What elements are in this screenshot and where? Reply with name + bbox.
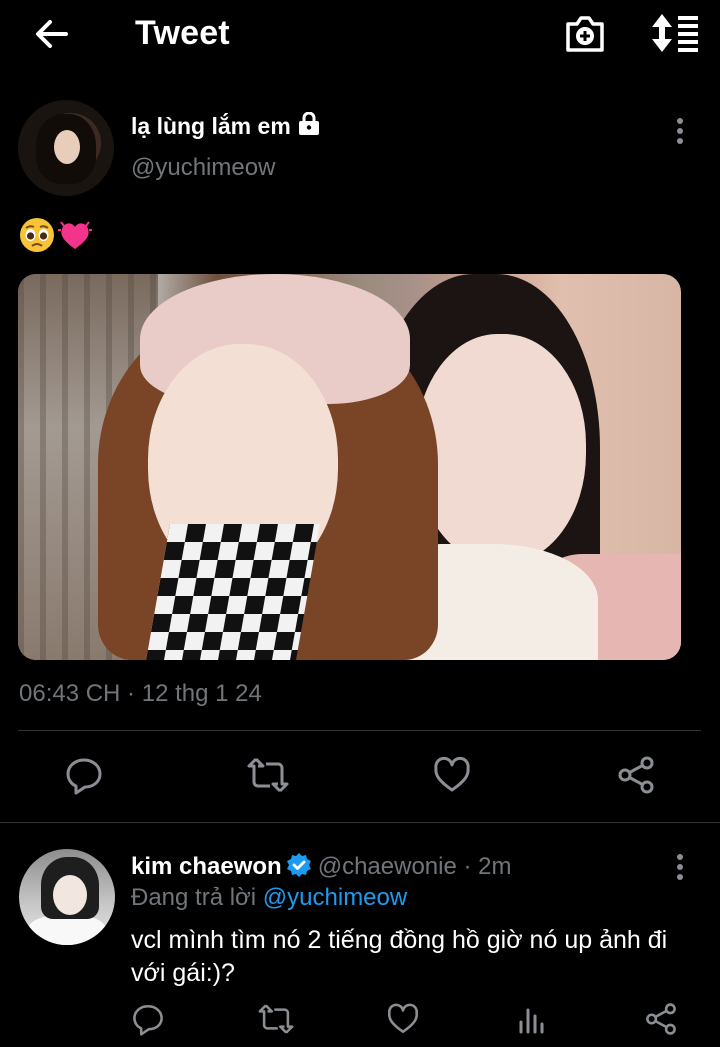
verified-badge-icon (286, 852, 312, 878)
reply-author-name[interactable]: kim chaewon (131, 853, 282, 880)
separator: · (456, 853, 479, 880)
avatar[interactable] (19, 849, 115, 945)
divider (18, 730, 701, 731)
share-icon[interactable] (616, 755, 656, 795)
reply-icon[interactable] (131, 1002, 165, 1036)
reply-text: vcl mình tìm nó 2 tiếng đồng hồ giờ nó u… (131, 926, 668, 987)
replying-to-label: Đang trả lời (131, 884, 263, 911)
retweet-icon[interactable] (257, 1002, 295, 1036)
sort-icon[interactable] (648, 10, 702, 56)
pleading-face-icon (18, 216, 56, 254)
lock-icon (297, 112, 321, 136)
author-name-row[interactable]: lạ lùng lắm em (131, 112, 321, 140)
share-icon[interactable] (644, 1002, 678, 1036)
reply-header: kim chaewon @chaewonie · 2m (131, 852, 512, 881)
replying-to: Đang trả lời @yuchimeow (131, 884, 407, 912)
tweet-text-value: 🥺💓 (94, 214, 95, 215)
more-options-icon[interactable] (666, 852, 694, 882)
avatar[interactable] (18, 100, 114, 196)
like-icon[interactable] (432, 755, 472, 795)
reply-icon[interactable] (64, 755, 104, 795)
reply-actions (0, 1002, 720, 1042)
camera-add-icon[interactable] (562, 12, 608, 56)
page-title: Tweet (135, 14, 230, 52)
more-options-icon[interactable] (666, 116, 694, 146)
reply-author-handle[interactable]: @chaewonie (318, 853, 457, 880)
tweet-image[interactable] (18, 274, 681, 660)
tweet-text: 🥺💓 (18, 214, 94, 254)
reply-tweet[interactable]: kim chaewon @chaewonie · 2m Đang trả lời … (0, 822, 720, 1047)
like-icon[interactable] (386, 1002, 420, 1036)
reply-age: 2m (478, 853, 512, 880)
tweet-timestamp: 06:43 CH · 12 thg 1 24 (19, 680, 262, 707)
retweet-icon[interactable] (246, 755, 289, 795)
heart-icon (56, 216, 94, 254)
tweet-actions (0, 755, 720, 799)
replying-to-mention[interactable]: @yuchimeow (263, 884, 407, 911)
back-arrow-icon[interactable] (30, 12, 74, 56)
top-bar: Tweet (0, 0, 720, 70)
analytics-icon[interactable] (517, 1002, 547, 1036)
author-handle[interactable]: @yuchimeow (131, 154, 275, 182)
author-name: lạ lùng lắm em (131, 113, 291, 139)
